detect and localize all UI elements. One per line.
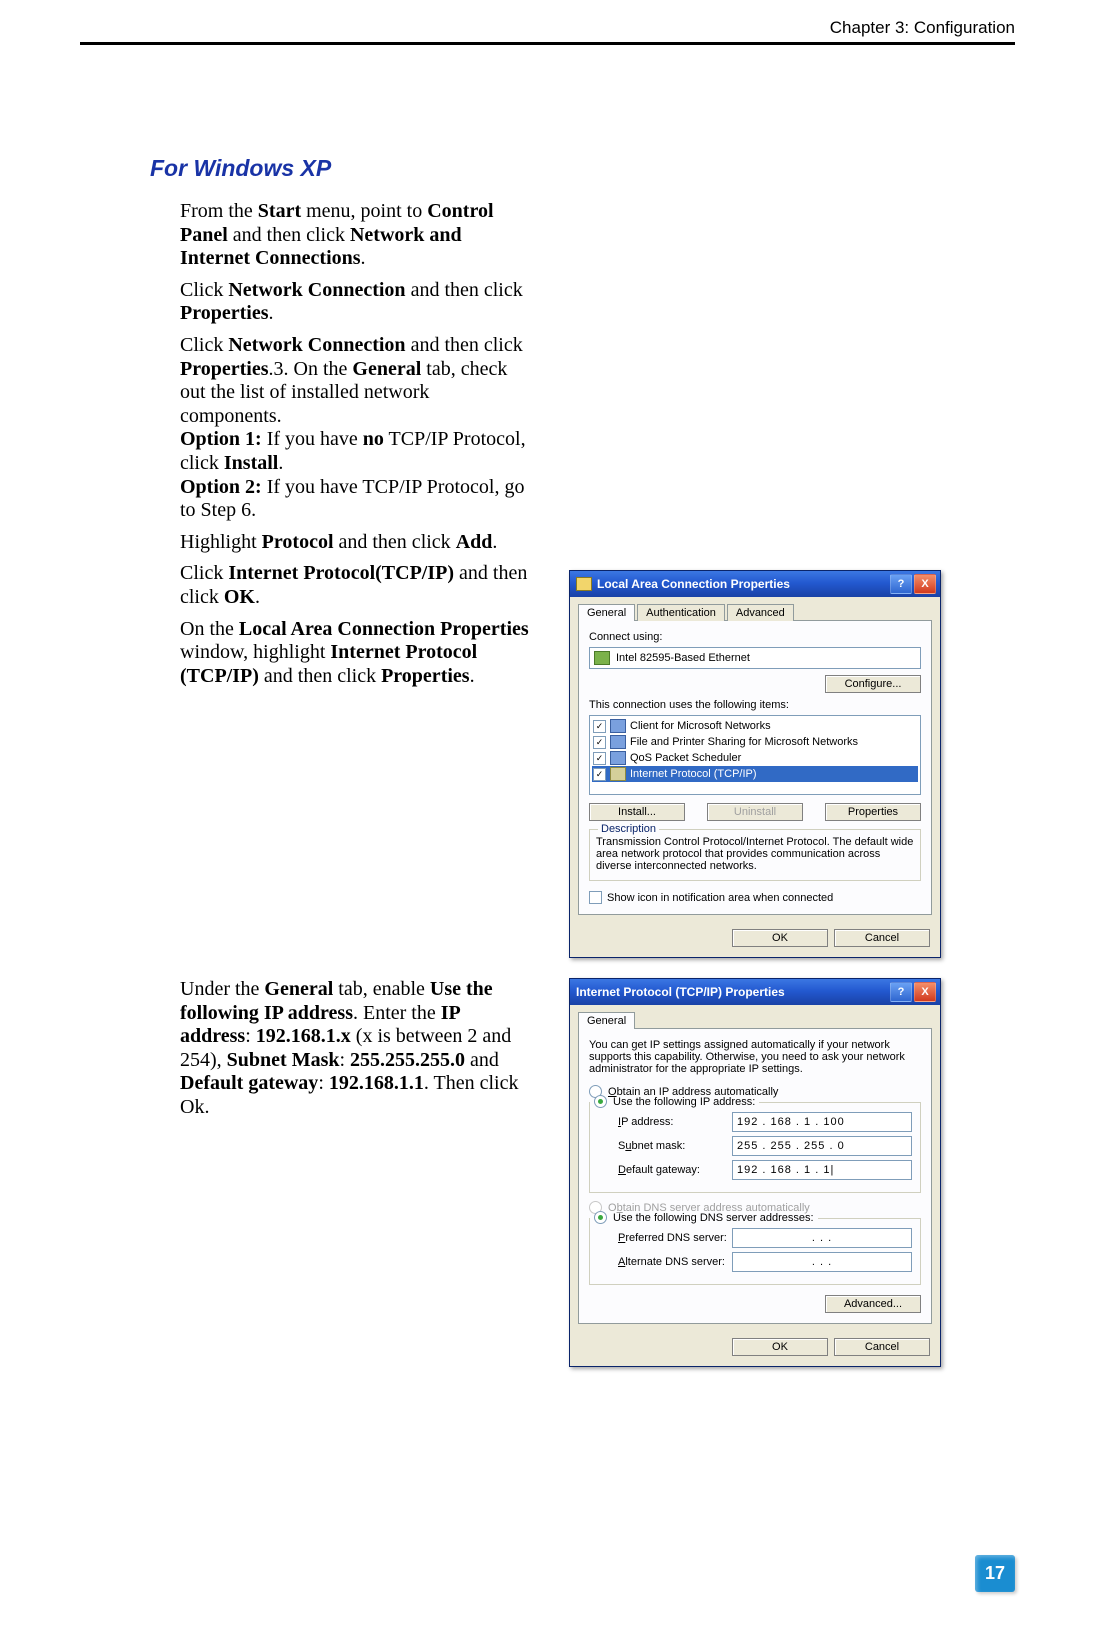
component-icon [610,751,626,765]
dialog-title: Local Area Connection Properties [597,577,790,591]
chapter-header: Chapter 3: Configuration [80,18,1015,45]
default-gateway-field[interactable]: 192 . 168 . 1 . 1| [732,1160,912,1180]
ip-address-field[interactable]: 192 . 168 . 1 . 100 [732,1112,912,1132]
adapter-name: Intel 82595-Based Ethernet [616,652,750,664]
checkbox-icon[interactable]: ✓ [593,768,606,781]
alternate-dns-field[interactable]: . . . [732,1252,912,1272]
tab-general[interactable]: General [578,1012,635,1029]
paragraph-6: On the Local Area Connection Properties … [180,618,535,689]
checkbox-icon[interactable]: ✓ [593,752,606,765]
radio-use-ip[interactable]: Use the following IP address: [590,1095,759,1108]
tcpip-properties-dialog: Internet Protocol (TCP/IP) Properties ? … [569,978,941,1367]
show-icon-label: Show icon in notification area when conn… [607,892,833,904]
cancel-button[interactable]: Cancel [834,929,930,947]
cancel-button[interactable]: Cancel [834,1338,930,1356]
show-icon-checkbox[interactable] [589,891,602,904]
tab-authentication[interactable]: Authentication [637,604,725,621]
properties-button[interactable]: Properties [825,803,921,821]
section-title: For Windows XP [150,155,1015,182]
component-icon [610,767,626,781]
paragraph-7: Under the General tab, enable Use the fo… [180,978,535,1120]
help-button[interactable]: ? [890,574,912,594]
uninstall-button: Uninstall [707,803,803,821]
components-list[interactable]: ✓Client for Microsoft Networks ✓File and… [589,715,921,795]
dialog-title: Internet Protocol (TCP/IP) Properties [576,985,785,999]
paragraph-5: Click Internet Protocol(TCP/IP) and then… [180,562,535,609]
radio-use-dns[interactable]: Use the following DNS server addresses: [590,1211,818,1224]
paragraph-2: Click Network Connection and then click … [180,279,535,326]
list-item[interactable]: ✓QoS Packet Scheduler [592,750,918,766]
paragraph-4: Highlight Protocol and then click Add. [180,531,535,555]
default-gateway-label: Default gateway: [618,1164,700,1176]
description-label: Description [598,823,659,835]
page-number: 17 [975,1555,1015,1592]
radio-icon[interactable] [594,1095,607,1108]
list-item-selected[interactable]: ✓Internet Protocol (TCP/IP) [592,766,918,782]
install-button[interactable]: Install... [589,803,685,821]
intro-text: You can get IP settings assigned automat… [589,1039,921,1075]
dialog-titlebar[interactable]: Local Area Connection Properties ? X [570,571,940,597]
radio-icon[interactable] [594,1211,607,1224]
network-icon [576,577,592,591]
ok-button[interactable]: OK [732,1338,828,1356]
connect-using-label: Connect using: [589,631,921,643]
subnet-mask-field[interactable]: 255 . 255 . 255 . 0 [732,1136,912,1156]
lan-properties-dialog: Local Area Connection Properties ? X Gen… [569,570,941,958]
subnet-mask-label: Subnet mask: [618,1140,685,1152]
advanced-button[interactable]: Advanced... [825,1295,921,1313]
dialog-titlebar[interactable]: Internet Protocol (TCP/IP) Properties ? … [570,979,940,1005]
close-button[interactable]: X [914,982,936,1002]
description-text: Transmission Control Protocol/Internet P… [596,836,914,872]
paragraph-3: Click Network Connection and then click … [180,334,535,523]
list-item[interactable]: ✓File and Printer Sharing for Microsoft … [592,734,918,750]
preferred-dns-field[interactable]: . . . [732,1228,912,1248]
component-icon [610,735,626,749]
tab-general[interactable]: General [578,604,635,621]
preferred-dns-label: Preferred DNS server: [618,1232,727,1244]
component-icon [610,719,626,733]
description-box: Description Transmission Control Protoco… [589,829,921,881]
list-item[interactable]: ✓Client for Microsoft Networks [592,718,918,734]
help-button[interactable]: ? [890,982,912,1002]
checkbox-icon[interactable]: ✓ [593,720,606,733]
tab-advanced[interactable]: Advanced [727,604,794,621]
close-button[interactable]: X [914,574,936,594]
configure-button[interactable]: Configure... [825,675,921,693]
ok-button[interactable]: OK [732,929,828,947]
adapter-icon [594,651,610,665]
adapter-field: Intel 82595-Based Ethernet [589,647,921,669]
checkbox-icon[interactable]: ✓ [593,736,606,749]
alternate-dns-label: Alternate DNS server: [618,1256,725,1268]
items-label: This connection uses the following items… [589,699,921,711]
ip-address-label: IP address: [618,1116,673,1128]
paragraph-1: From the Start menu, point to Control Pa… [180,200,535,271]
